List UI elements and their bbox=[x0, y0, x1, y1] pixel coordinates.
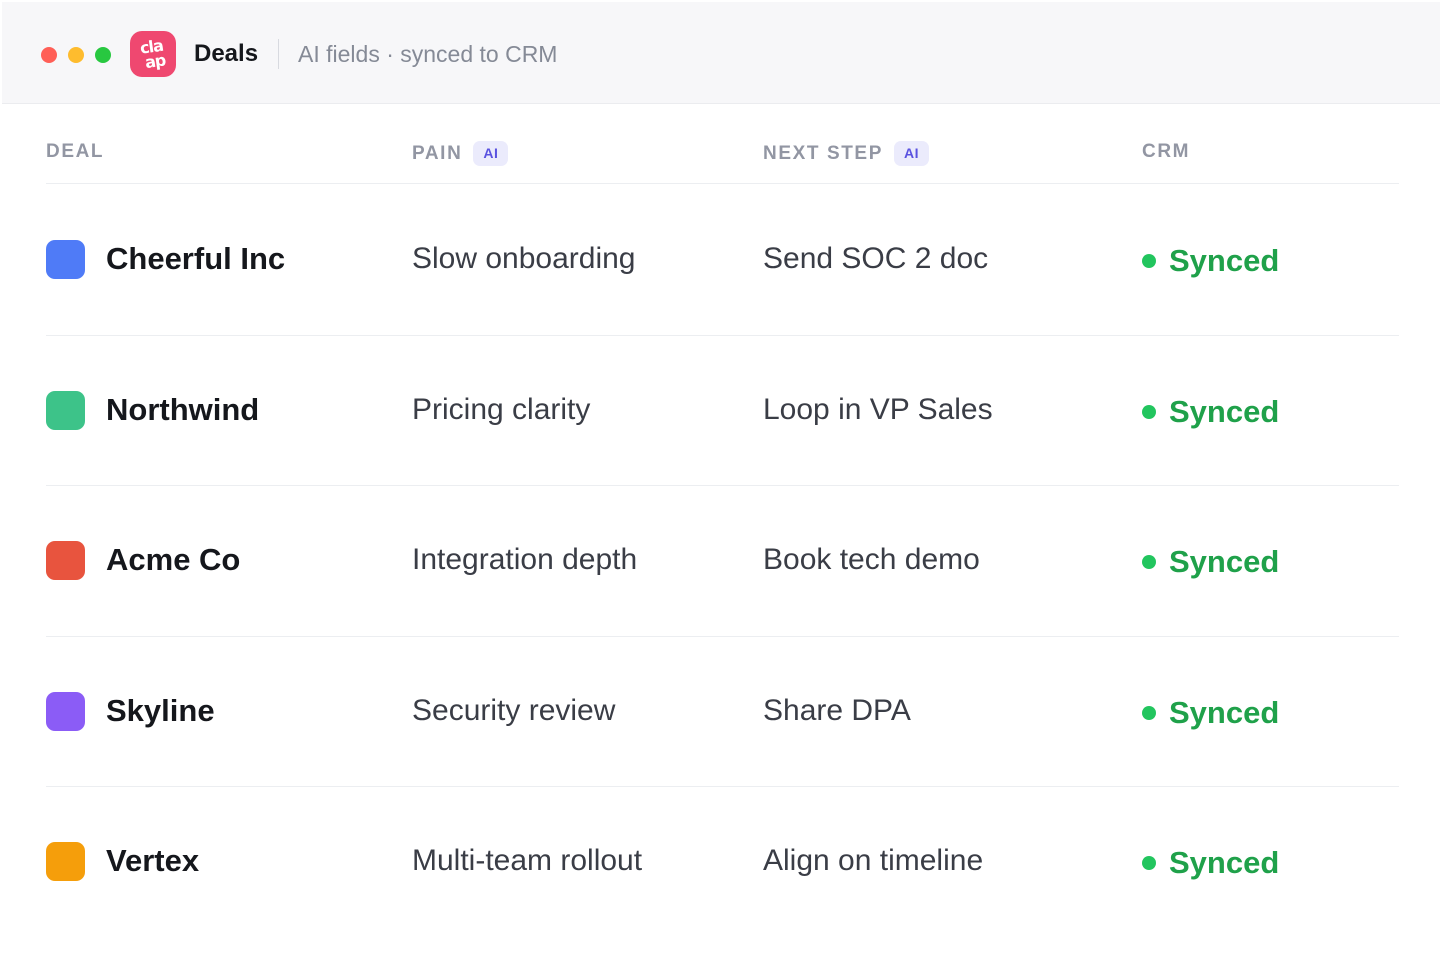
status-dot-icon bbox=[1142, 856, 1156, 870]
column-header-deal[interactable]: DEAL bbox=[46, 141, 104, 163]
column-header-crm[interactable]: CRM bbox=[1142, 141, 1190, 163]
app-logo-icon: cla ap bbox=[130, 31, 176, 77]
crm-status-label: Synced bbox=[1169, 393, 1280, 429]
pain-cell: Multi-team rollout bbox=[412, 844, 643, 877]
close-window-button[interactable] bbox=[41, 47, 57, 63]
table-row[interactable]: Skyline Security review Share DPA Synced bbox=[46, 637, 1399, 787]
table-row[interactable]: Cheerful Inc Slow onboarding Send SOC 2 … bbox=[46, 185, 1399, 336]
page-title: Deals bbox=[194, 40, 259, 67]
pain-cell: Pricing clarity bbox=[412, 392, 591, 426]
crm-status-label: Synced bbox=[1169, 694, 1280, 730]
crm-status-badge: Synced bbox=[1142, 243, 1279, 279]
column-header-label: CRM bbox=[1142, 141, 1191, 162]
table-header: DEAL PAIN AI NEXT STEP AI CRM bbox=[46, 104, 1399, 184]
pain-cell: Security review bbox=[412, 693, 616, 727]
deal-name[interactable]: Cheerful Inc bbox=[106, 241, 285, 277]
status-dot-icon bbox=[1142, 254, 1156, 268]
next-step-cell: Book tech demo bbox=[763, 543, 980, 576]
deal-color-swatch bbox=[46, 691, 85, 731]
pain-cell: Slow onboarding bbox=[412, 242, 636, 275]
table-row[interactable]: Acme Co Integration depth Book tech demo… bbox=[46, 486, 1399, 637]
deals-table-body: Cheerful Inc Slow onboarding Send SOC 2 … bbox=[46, 185, 1399, 938]
deal-name[interactable]: Skyline bbox=[106, 693, 215, 729]
crm-status-label: Synced bbox=[1169, 243, 1280, 278]
next-step-cell: Align on timeline bbox=[763, 844, 984, 877]
maximize-window-button[interactable] bbox=[95, 47, 111, 63]
title-bar: cla ap Deals AI fields · synced to CRM bbox=[2, 2, 1440, 104]
status-dot-icon bbox=[1142, 404, 1156, 419]
crm-status-label: Synced bbox=[1169, 544, 1280, 579]
status-dot-icon bbox=[1142, 705, 1156, 720]
app-window: cla ap Deals AI fields · synced to CRM D… bbox=[0, 0, 1440, 960]
column-header-label: PAIN bbox=[412, 142, 463, 164]
deal-name[interactable]: Acme Co bbox=[106, 542, 240, 578]
crm-status-badge: Synced bbox=[1142, 845, 1279, 881]
column-header-pain[interactable]: PAIN AI bbox=[412, 141, 509, 166]
table-row[interactable]: Northwind Pricing clarity Loop in VP Sal… bbox=[46, 336, 1399, 486]
crm-status-badge: Synced bbox=[1142, 695, 1279, 731]
column-header-label: NEXT STEP bbox=[763, 142, 883, 164]
deal-color-swatch bbox=[46, 240, 85, 279]
title-divider bbox=[278, 39, 279, 69]
column-header-next-step[interactable]: NEXT STEP AI bbox=[763, 141, 929, 166]
next-step-cell: Loop in VP Sales bbox=[763, 392, 993, 426]
ai-badge: AI bbox=[473, 141, 509, 166]
status-dot-icon bbox=[1142, 555, 1156, 569]
crm-status-badge: Synced bbox=[1142, 394, 1279, 430]
minimize-window-button[interactable] bbox=[68, 47, 84, 63]
column-header-label: DEAL bbox=[46, 141, 105, 162]
pain-cell: Integration depth bbox=[412, 543, 638, 576]
page-subtitle: AI fields · synced to CRM bbox=[298, 41, 558, 67]
deal-name[interactable]: Vertex bbox=[106, 843, 199, 879]
crm-status-label: Synced bbox=[1169, 845, 1280, 880]
table-row[interactable]: Vertex Multi-team rollout Align on timel… bbox=[46, 787, 1399, 938]
logo-text-bottom: ap bbox=[143, 50, 167, 73]
next-step-cell: Send SOC 2 doc bbox=[763, 242, 989, 275]
crm-status-badge: Synced bbox=[1142, 544, 1279, 580]
deal-color-swatch bbox=[46, 842, 85, 881]
deal-name[interactable]: Northwind bbox=[106, 392, 259, 428]
ai-badge: AI bbox=[893, 141, 929, 166]
deal-color-swatch bbox=[46, 541, 85, 580]
next-step-cell: Share DPA bbox=[763, 693, 911, 727]
deal-color-swatch bbox=[46, 390, 85, 430]
